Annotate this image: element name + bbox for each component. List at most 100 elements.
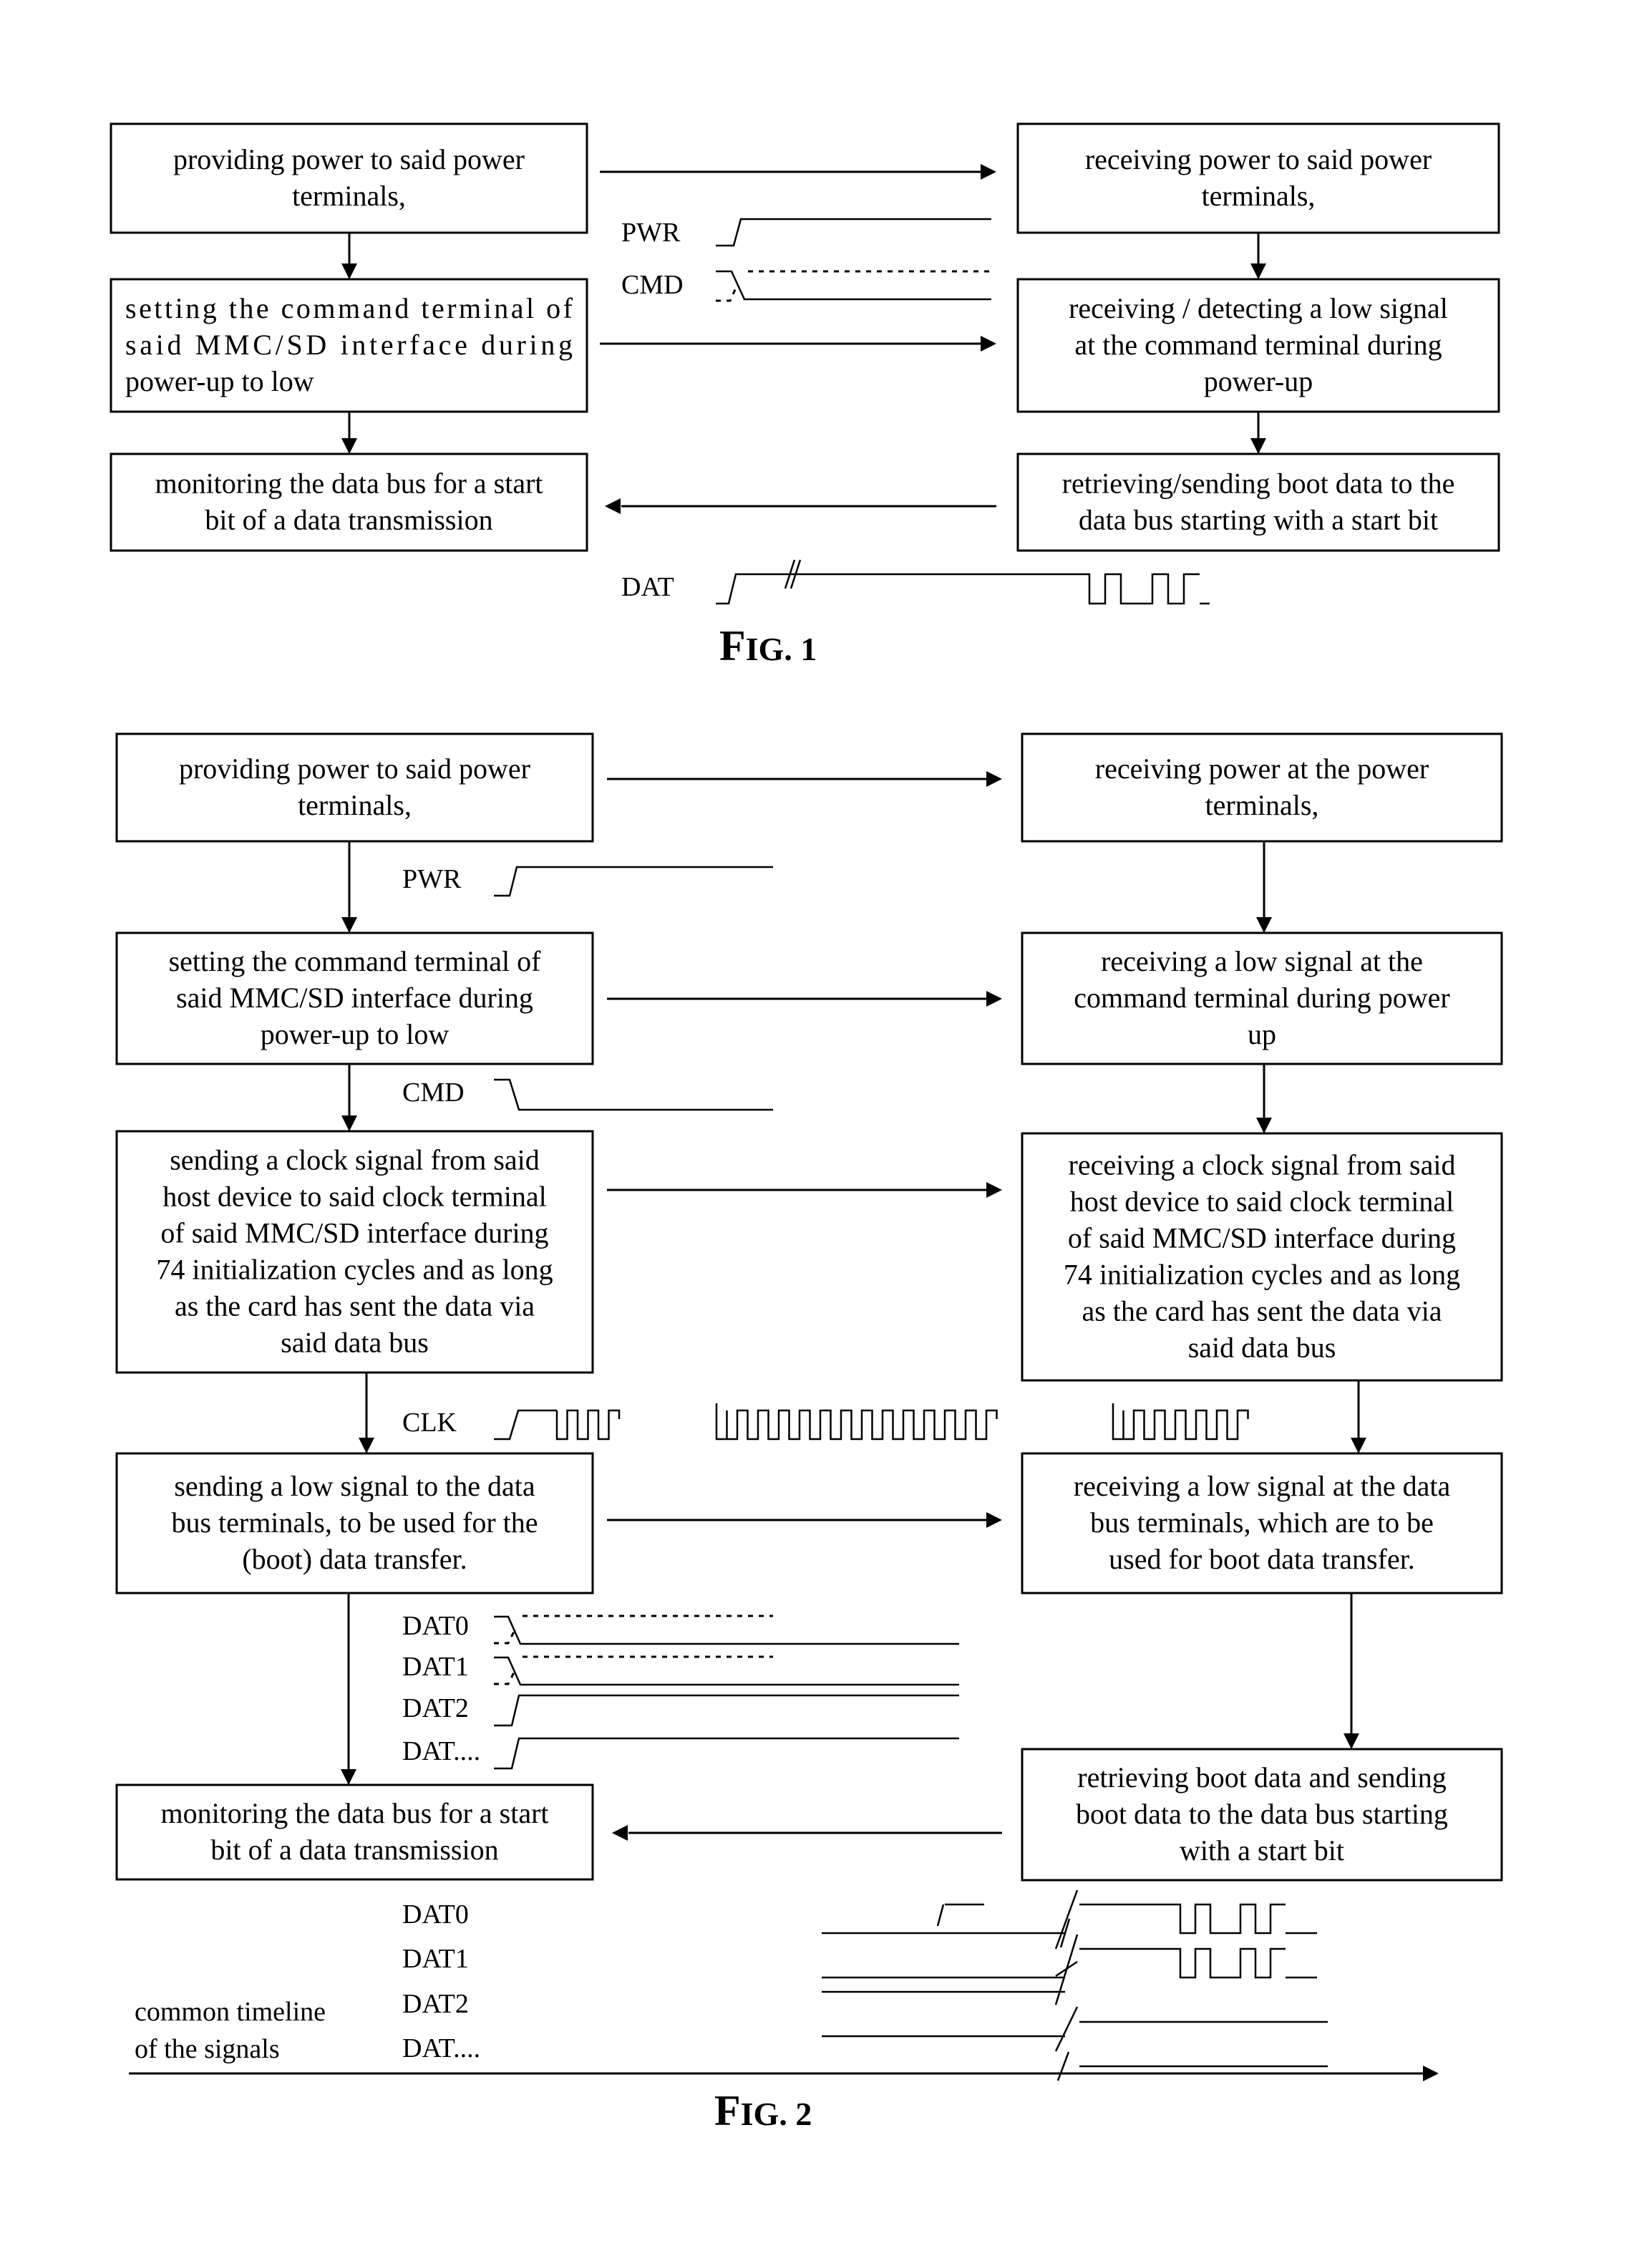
host-step-box: monitoring the data bus for a start bit o… — [110, 452, 588, 552]
step-text-line: said data bus — [1188, 1332, 1336, 1364]
break-mark — [1054, 1889, 1079, 1950]
host-step-box: monitoring the data bus for a start bit o… — [115, 1783, 594, 1881]
signal-label-dat: DAT2 — [402, 1693, 469, 1723]
signal-label-clk: CLK — [402, 1408, 457, 1438]
step-text-line: up — [1248, 1018, 1276, 1050]
step-text-line: data bus starting with a start bit — [1079, 504, 1438, 536]
arrow-down-icon — [1256, 1118, 1272, 1133]
break-mark — [1054, 2006, 1079, 2052]
step-text-line: with a start bit — [1180, 1834, 1344, 1867]
step-text-line: sending a low signal to the data — [174, 1470, 535, 1502]
step-text-line: receiving power to said power — [1085, 143, 1432, 175]
arrow-right-icon — [986, 771, 1002, 787]
arrow-right-icon — [986, 1512, 1002, 1528]
pwr-waveform — [716, 218, 991, 247]
timeline-label-line: common timeline — [135, 1997, 326, 2027]
step-text-line: host device to said clock terminal — [1070, 1186, 1454, 1218]
step-text-line: said MMC/SD interface during — [176, 982, 533, 1014]
step-text-line: boot data to the data bus starting — [1076, 1798, 1448, 1830]
card-step-box: receiving a low signal at the data bus te… — [1021, 1452, 1503, 1594]
timeline-signal-label: DAT0 — [402, 1899, 469, 1930]
timeline-signal-label: DAT1 — [402, 1944, 469, 1974]
arrow-down-icon — [1351, 1438, 1366, 1453]
card-step-box: receiving power at the power terminals, — [1021, 732, 1503, 843]
dat-waveform — [494, 1615, 959, 1645]
step-text-line: receiving power at the power — [1095, 752, 1429, 785]
arrow-right-icon — [981, 164, 996, 180]
arrow-down-icon — [359, 1438, 374, 1453]
step-text-line: providing power to said power — [179, 752, 530, 785]
caption-big-letter: F — [714, 2087, 741, 2134]
card-step-box: retrieving boot data and sending boot dat… — [1021, 1748, 1503, 1882]
signal-label-dat: DAT — [621, 572, 674, 602]
signal-label-cmd: CMD — [402, 1078, 465, 1108]
arrow-right-icon — [986, 991, 1002, 1007]
card-step-box: receiving a clock signal from said host d… — [1021, 1132, 1503, 1382]
step-text-line: (boot) data transfer. — [242, 1543, 467, 1575]
step-text-line: 74 initialization cycles and as long — [156, 1254, 553, 1286]
step-text-line: bus terminals, which are to be — [1090, 1506, 1434, 1539]
host-step-box: sending a low signal to the data bus term… — [115, 1452, 594, 1594]
timeline-dat1-pulses — [1165, 1947, 1286, 1979]
step-text-line: as the card has sent the data via — [175, 1290, 535, 1322]
step-text-line: retrieving/sending boot data to the — [1062, 468, 1455, 500]
figure-2: providing power to said power terminals, s… — [115, 732, 1503, 2134]
step-text-line: monitoring the data bus for a start — [155, 468, 543, 500]
step-text-line: setting the command terminal of — [169, 945, 542, 977]
step-text-line: power-up to low — [125, 365, 314, 397]
step-text-line: terminals, — [1202, 180, 1316, 212]
step-text-line: terminals, — [1205, 789, 1319, 821]
arrow-down-icon — [1256, 917, 1272, 933]
arrow-left-icon — [605, 498, 621, 514]
arrow-down-icon — [341, 917, 357, 933]
step-text-line: bus terminals, to be used for the — [171, 1506, 538, 1539]
step-box-border — [110, 122, 588, 234]
signal-label-pwr: PWR — [621, 218, 681, 248]
step-text-line: used for boot data transfer. — [1109, 1543, 1415, 1575]
cmd-waveform — [716, 270, 991, 301]
clk-pulse-group — [555, 1409, 621, 1441]
arrow-down-icon — [1250, 438, 1266, 454]
step-text-line: power-up to low — [261, 1018, 450, 1050]
signal-label-dat: DAT1 — [402, 1652, 469, 1682]
step-text-line: said data bus — [281, 1327, 429, 1359]
card-step-box: receiving a low signal at the command ter… — [1021, 931, 1503, 1065]
arrow-left-icon — [612, 1825, 628, 1841]
step-text-line: power-up — [1204, 365, 1313, 397]
host-step-box: providing power to said power terminals, — [110, 122, 588, 234]
step-text-line: of said MMC/SD interface during — [1068, 1222, 1456, 1254]
step-text-line: host device to said clock terminal — [162, 1181, 547, 1213]
dat-unknown-trace — [494, 1672, 515, 1685]
clk-pulse-group — [715, 1403, 998, 1441]
arrow-down-icon — [341, 1769, 356, 1785]
host-step-box: providing power to said power terminals, — [115, 732, 594, 843]
cmd-unknown-trace — [716, 284, 739, 302]
step-text-line: retrieving boot data and sending — [1077, 1761, 1446, 1794]
timeline-signal-label: DAT2 — [402, 1989, 469, 2019]
step-text-line: receiving a clock signal from said — [1069, 1149, 1456, 1181]
signal-label-dat: DAT0 — [402, 1611, 469, 1641]
signal-label-cmd: CMD — [621, 270, 684, 300]
card-step-box: retrieving/sending boot data to the data … — [1016, 452, 1500, 552]
dat-waveform — [494, 1694, 959, 1727]
timeline-label-line: of the signals — [135, 2034, 280, 2064]
step-text-line: as the card has sent the data via — [1082, 1295, 1442, 1327]
step-text-line: sending a clock signal from said — [170, 1144, 540, 1176]
time-axis-arrow-icon — [1423, 2066, 1439, 2081]
host-step-box: sending a clock signal from said host dev… — [115, 1130, 594, 1374]
step-text-line: of said MMC/SD interface during — [160, 1217, 548, 1249]
arrow-down-icon — [341, 438, 357, 454]
step-text-line: 74 initialization cycles and as long — [1064, 1259, 1460, 1291]
step-text-line: receiving a low signal at the — [1101, 945, 1423, 977]
step-text-line: receiving a low signal at the data — [1074, 1470, 1451, 1502]
step-text-line: receiving / detecting a low signal — [1069, 292, 1448, 324]
step-text-line: monitoring the data bus for a start — [160, 1797, 548, 1829]
step-text-line: command terminal during power — [1074, 982, 1449, 1014]
arrow-right-icon — [981, 336, 996, 352]
card-step-box: receiving power to said power terminals, — [1016, 122, 1500, 234]
timeline-signal-label: DAT.... — [402, 2033, 480, 2063]
signal-label-pwr: PWR — [402, 864, 462, 894]
step-text-line: terminals, — [298, 789, 412, 821]
dat-waveform — [716, 573, 1074, 605]
arrow-down-icon — [1250, 263, 1266, 279]
